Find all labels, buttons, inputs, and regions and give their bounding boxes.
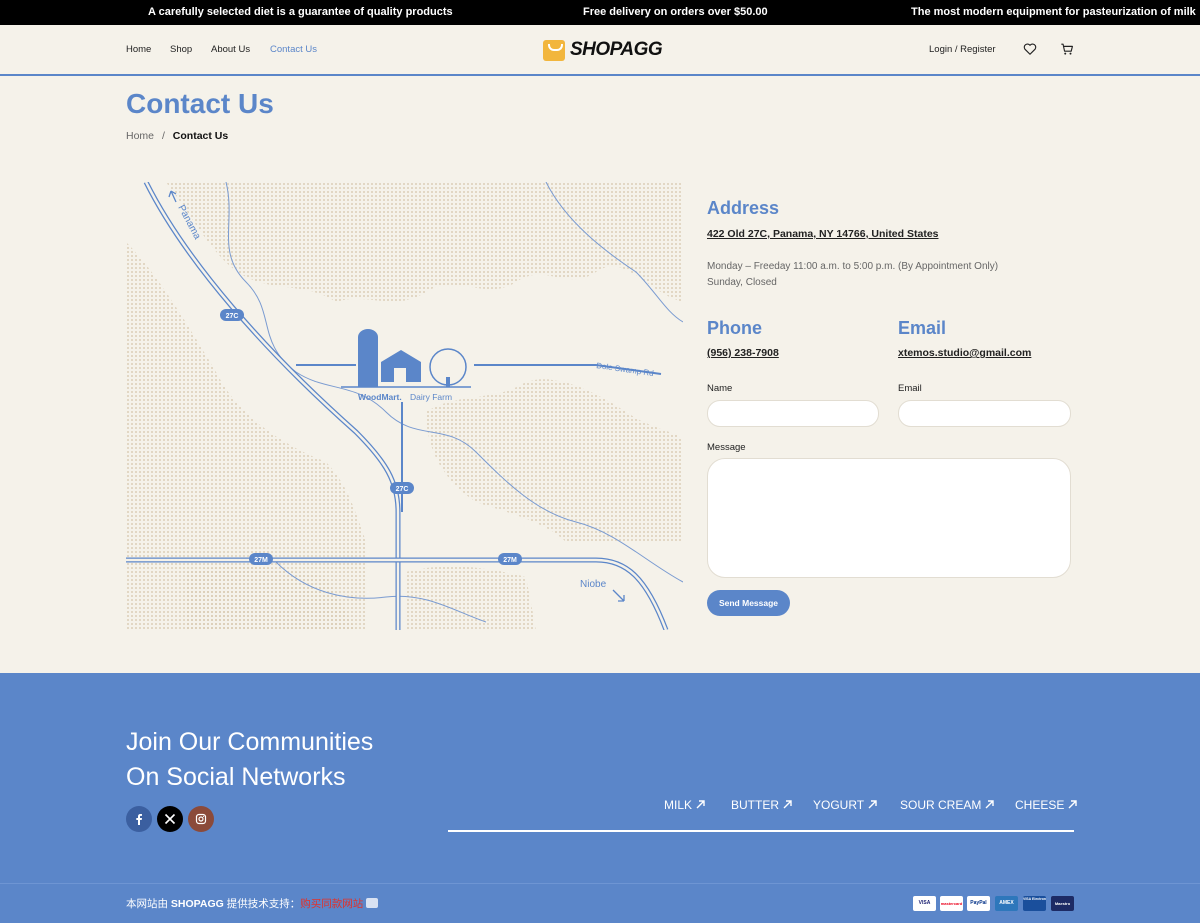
message-textarea[interactable] [707, 458, 1071, 578]
category-label: CHEESE [1015, 798, 1065, 812]
visa-electron-icon: VISA Electron [1023, 896, 1046, 911]
facebook-icon [136, 814, 142, 825]
hours-sunday: Sunday, Closed [707, 277, 777, 288]
phone-link[interactable]: (956) 238-7908 [707, 347, 779, 359]
email-label: Email [898, 383, 922, 394]
shopping-bag-icon [543, 40, 565, 61]
login-register-link[interactable]: Login / Register [929, 44, 996, 55]
facebook-button[interactable] [126, 806, 152, 832]
nav-home[interactable]: Home [126, 44, 151, 55]
buy-theme-link[interactable]: 购买同款网站 [300, 898, 363, 910]
email-heading: Email [898, 318, 947, 338]
category-link-milk[interactable]: MILK [664, 798, 706, 812]
paypal-icon: PayPal [967, 896, 990, 911]
email-link[interactable]: xtemos.studio@gmail.com [898, 347, 1031, 359]
arrow-up-right-icon [696, 800, 705, 809]
category-link-yogurt[interactable]: YOGURT [813, 798, 878, 812]
arrow-up-right-icon [783, 800, 792, 809]
map-label-niobe: Niobe [580, 579, 607, 590]
category-label: YOGURT [813, 798, 865, 812]
category-link-cheese[interactable]: CHEESE [1015, 798, 1078, 812]
footer-title: Join Our Communities On Social Networks [126, 725, 373, 795]
logo-text: SHOPAGG [570, 39, 663, 60]
nav-shop[interactable]: Shop [170, 44, 192, 55]
site-footer: Join Our Communities On Social Networks … [0, 673, 1200, 923]
route-label-27m-east: 27M [503, 557, 517, 564]
route-label-27c-south: 27C [396, 486, 409, 493]
email-input[interactable] [898, 400, 1071, 427]
mastercard-icon: mastercard [940, 896, 963, 911]
category-label: BUTTER [731, 798, 779, 812]
location-map: 27C 27C 27M 27M Panama Dole Swamp Rd Nio… [126, 182, 683, 630]
breadcrumb-home[interactable]: Home [126, 130, 154, 142]
announcement-center: Free delivery on orders over $50.00 [583, 6, 768, 18]
map-illustration: 27C 27C 27M 27M Panama Dole Swamp Rd Nio… [126, 182, 683, 630]
opening-hours: Monday – Freeday 11:00 a.m. to 5:00 p.m.… [707, 259, 998, 291]
instagram-icon [195, 813, 207, 825]
x-icon [164, 813, 176, 825]
visa-icon: VISA [913, 896, 936, 911]
message-label: Message [707, 442, 746, 453]
map-label-farm-brand: WoodMart. [358, 392, 402, 402]
arrow-up-right-icon [868, 800, 877, 809]
arrow-up-right-icon [1068, 800, 1078, 809]
category-link-sour-cream[interactable]: SOUR CREAM [900, 798, 995, 812]
maestro-icon: Maestro [1051, 896, 1074, 911]
name-input[interactable] [707, 400, 879, 427]
copyright-brand: SHOPAGG [170, 898, 224, 910]
map-label-farm-name: Dairy Farm [410, 392, 452, 402]
footer-divider [0, 883, 1200, 884]
footer-title-line2: On Social Networks [126, 763, 346, 791]
nav-contact-us[interactable]: Contact Us [270, 44, 317, 55]
copyright-prefix: 本网站由 [126, 898, 168, 910]
copyright: 本网站由 SHOPAGG 提供技术支持：购买同款网站 [126, 896, 379, 911]
arrow-up-right-icon [985, 800, 995, 809]
site-header: Home Shop About Us Contact Us SHOPAGG Lo… [0, 25, 1200, 76]
external-link-icon [366, 898, 379, 908]
instagram-button[interactable] [188, 806, 214, 832]
announcement-right: The most modern equipment for pasteuriza… [911, 6, 1196, 18]
amex-icon: AMEX [995, 896, 1018, 911]
route-label-27m-west: 27M [254, 557, 268, 564]
page-title: Contact Us [126, 88, 274, 119]
footer-categories-underline [448, 830, 1074, 832]
category-label: MILK [664, 798, 693, 812]
address-heading: Address [707, 198, 780, 218]
x-button[interactable] [157, 806, 183, 832]
announcement-left: A carefully selected diet is a guarantee… [148, 6, 453, 18]
cart-icon[interactable] [1060, 42, 1074, 56]
category-label: SOUR CREAM [900, 798, 982, 812]
category-link-butter[interactable]: BUTTER [731, 798, 793, 812]
footer-title-line1: Join Our Communities [126, 728, 374, 756]
copyright-mid: 提供技术支持： [226, 898, 301, 910]
heart-icon[interactable] [1023, 42, 1037, 56]
breadcrumb-current: Contact Us [172, 130, 229, 142]
nav-about-us[interactable]: About Us [211, 44, 250, 55]
breadcrumb-separator: / [161, 130, 165, 142]
name-label: Name [707, 383, 733, 394]
address-link[interactable]: 422 Old 27C, Panama, NY 14766, United St… [707, 228, 939, 240]
hours-weekdays: Monday – Freeday 11:00 a.m. to 5:00 p.m.… [707, 261, 999, 272]
send-message-button[interactable]: Send Message [707, 590, 790, 616]
site-logo[interactable]: SHOPAGG [543, 38, 663, 64]
phone-heading: Phone [707, 318, 763, 338]
route-label-27c-north: 27C [226, 313, 239, 320]
announcement-bar: A carefully selected diet is a guarantee… [0, 0, 1200, 25]
breadcrumb: Home / Contact Us [126, 130, 228, 142]
